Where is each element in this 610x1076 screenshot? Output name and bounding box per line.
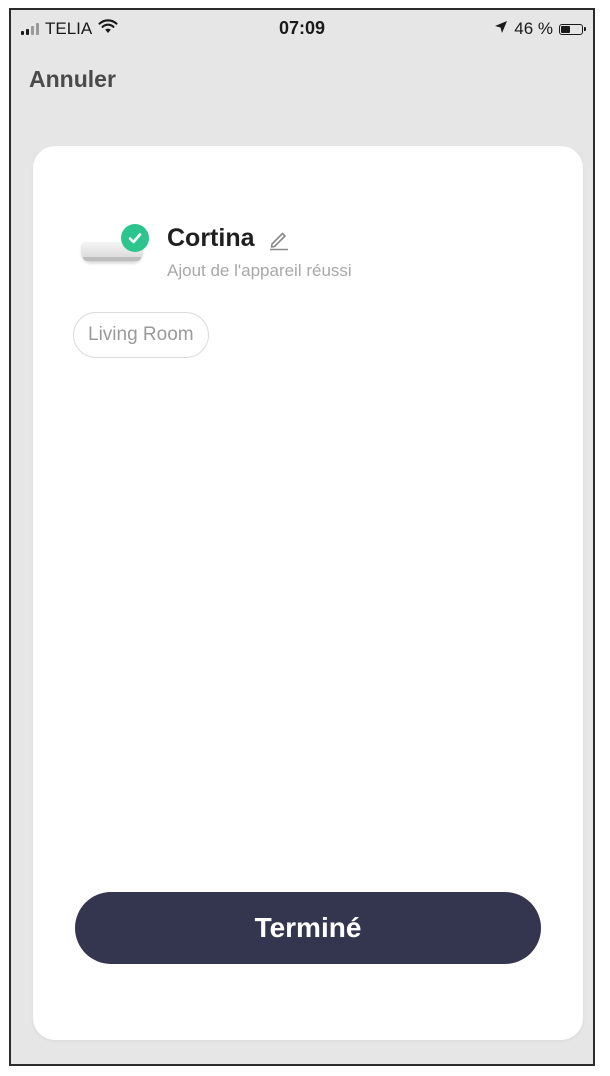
battery-icon — [559, 23, 586, 35]
done-button[interactable]: Terminé — [75, 892, 541, 964]
device-image — [81, 218, 149, 270]
device-row: Cortina Ajout de l'appareil réussi — [81, 218, 352, 281]
device-added-card: Cortina Ajout de l'appareil réussi Livin… — [33, 146, 583, 1040]
edit-pencil-icon[interactable] — [267, 227, 291, 251]
cancel-button[interactable]: Annuler — [29, 66, 116, 93]
battery-percent: 46 % — [514, 19, 553, 38]
status-right: 46 % — [494, 19, 586, 39]
device-added-status: Ajout de l'appareil réussi — [167, 261, 352, 280]
device-text: Cortina Ajout de l'appareil réussi — [167, 224, 352, 281]
device-name-line: Cortina — [167, 224, 352, 253]
success-check-icon — [121, 224, 149, 252]
phone-screen: TELIA 07:09 46 % Annuler Cortina Ajout d… — [9, 8, 595, 1066]
battery-fill — [561, 25, 570, 33]
location-arrow-icon — [494, 19, 508, 39]
room-chip-living-room[interactable]: Living Room — [73, 312, 209, 358]
device-name: Cortina — [167, 224, 255, 252]
status-bar: TELIA 07:09 46 % — [11, 10, 593, 50]
